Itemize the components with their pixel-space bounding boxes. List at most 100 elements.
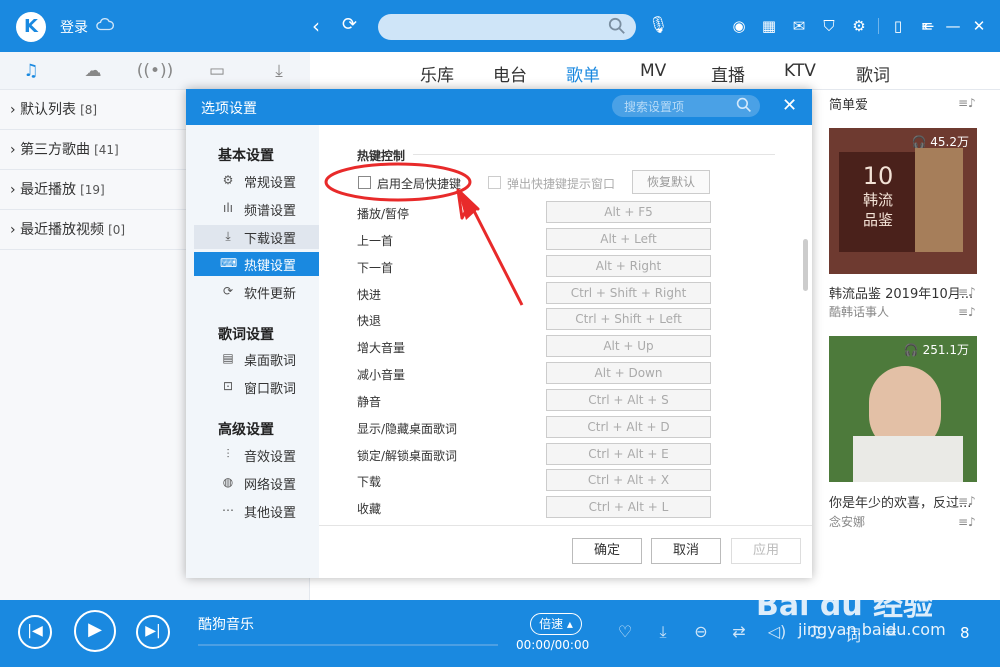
hotkey-field[interactable]: Ctrl + Alt + D [546, 416, 711, 438]
device-icon[interactable]: ▭ [186, 52, 248, 89]
refresh-icon[interactable]: ⟳ [342, 14, 357, 35]
minus-circle-icon[interactable]: ⊖ [682, 622, 720, 646]
microphone-icon[interactable]: 🎙 [648, 15, 668, 34]
hotkey-name: 静音 [357, 395, 382, 409]
hotkey-row: 下一首 Alt + Right [357, 255, 797, 279]
search-input[interactable] [378, 14, 636, 40]
hotkey-field[interactable]: Alt + Left [546, 228, 711, 250]
nav-item-network[interactable]: ◍ 网络设置 [194, 471, 319, 495]
playlist-name[interactable]: 你是年少的欢喜，反过... [829, 492, 971, 511]
general-settings-icon: ⚙ [222, 173, 234, 187]
hotkey-field[interactable]: Ctrl + Alt + L [546, 496, 711, 518]
hotkey-field[interactable]: Alt + Up [546, 335, 711, 357]
hotkey-field[interactable]: Ctrl + Alt + S [546, 389, 711, 411]
show-hotkey-tip-checkbox[interactable] [488, 176, 501, 189]
playlist-title[interactable]: 简单爱 [829, 94, 868, 113]
hotkey-field[interactable]: Alt + Right [546, 255, 711, 277]
mini-mode-icon[interactable]: ▦ [754, 13, 784, 39]
tab-library[interactable]: 乐库 [420, 61, 454, 86]
nav-item-download[interactable]: ⤓ 下载设置 [194, 225, 319, 249]
nav-item-hotkeys[interactable]: ⌨ 热键设置 [194, 252, 319, 276]
playlist-menu-icon[interactable]: ≡♪ [958, 96, 976, 110]
shirt-icon[interactable]: ⛉ [814, 13, 844, 39]
mail-icon[interactable]: ✉ [784, 13, 814, 39]
skin-icon[interactable]: ◉ [724, 13, 754, 39]
baidu-watermark: Bai du 经验 [756, 588, 934, 623]
previous-icon[interactable]: |◀ [18, 615, 52, 649]
menu-icon[interactable]: ≡ [914, 13, 940, 39]
tab-lyrics[interactable]: 歌词 [856, 61, 890, 86]
nav-item-window-lyrics[interactable]: ⊡ 窗口歌词 [194, 375, 319, 399]
hotkey-field[interactable]: Ctrl + Alt + E [546, 443, 711, 465]
hotkey-field[interactable]: Ctrl + Shift + Left [546, 308, 711, 330]
restore-default-button[interactable]: 恢复默认 [632, 170, 710, 194]
music-note-icon[interactable]: ♫ [0, 52, 62, 89]
playlist-author[interactable]: 念安娜 [829, 513, 865, 530]
playlist-menu-icon[interactable]: ≡♪ [958, 494, 976, 508]
nav-item-label: 常规设置 [244, 176, 297, 191]
playlist-menu-icon[interactable]: ≡♪ [958, 515, 976, 529]
tab-playlist[interactable]: 歌单 [566, 61, 600, 86]
show-hotkey-tip-label[interactable]: 弹出快捷键提示窗口 [507, 175, 615, 192]
cloud-tab-icon[interactable]: ☁ [62, 52, 124, 89]
nav-item-sound-effect[interactable]: ⫶ 音效设置 [194, 443, 319, 467]
speed-button[interactable]: 倍速 ▴ [530, 613, 582, 635]
back-arrow-icon[interactable]: ‹ [312, 14, 320, 38]
phone-icon[interactable]: ▯ [883, 13, 913, 39]
hotkey-field[interactable]: Alt + F5 [546, 201, 711, 223]
repeat-icon[interactable]: ⇄ [720, 622, 758, 646]
dialog-close-icon[interactable]: ✕ [782, 95, 797, 116]
album-cover[interactable]: 🎧 251.1万 [829, 336, 977, 482]
desktop-lyrics-icon: ▤ [222, 351, 234, 365]
playlist-menu-icon[interactable]: ≡♪ [958, 305, 976, 319]
kugou-logo[interactable]: K [16, 12, 46, 42]
search-icon[interactable] [608, 17, 626, 35]
cloud-icon[interactable] [96, 15, 114, 35]
playlist-author[interactable]: 酷韩话事人 [829, 303, 889, 320]
hotkey-field[interactable]: Ctrl + Alt + X [546, 469, 711, 491]
nav-item-other[interactable]: ⋯ 其他设置 [194, 499, 319, 523]
scrollbar[interactable] [803, 239, 808, 291]
search-icon[interactable] [736, 97, 752, 113]
play-icon[interactable]: ▶ [74, 610, 116, 652]
download-icon[interactable]: ⤓ [644, 622, 682, 646]
nav-item-desktop-lyrics[interactable]: ▤ 桌面歌词 [194, 347, 319, 371]
ok-button[interactable]: 确定 [572, 538, 642, 564]
cancel-button[interactable]: 取消 [651, 538, 721, 564]
tab-mv[interactable]: MV [640, 61, 666, 81]
window-controls: ≡ — ✕ [914, 13, 992, 39]
volume-icon[interactable]: ◁) [758, 622, 796, 646]
playlist-name[interactable]: 韩流品鉴 2019年10月... [829, 283, 973, 302]
download-icon: ⤓ [225, 229, 231, 243]
hotkey-row: 减小音量 Alt + Down [357, 362, 797, 386]
progress-bar[interactable] [198, 644, 498, 646]
nav-item-spectrum[interactable]: ılı 频谱设置 [194, 197, 319, 221]
gear-icon[interactable]: ⚙ [844, 13, 874, 39]
window-lyrics-icon: ⊡ [222, 379, 234, 393]
login-link[interactable]: 登录 [60, 17, 88, 37]
hotkey-name: 下载 [357, 475, 382, 489]
hotkey-field[interactable]: Ctrl + Shift + Right [546, 282, 711, 304]
nav-item-update[interactable]: ⟳ 软件更新 [194, 280, 319, 304]
playlist-menu-icon[interactable]: ≡♪ [958, 285, 976, 299]
nav-item-label: 音效设置 [244, 450, 297, 465]
nav-item-general[interactable]: ⚙ 常规设置 [194, 169, 319, 193]
download-icon[interactable]: ⤓ [248, 52, 310, 89]
hotkey-field[interactable]: Alt + Down [546, 362, 711, 384]
hotkey-row: 快进 Ctrl + Shift + Right [357, 282, 797, 306]
close-icon[interactable]: ✕ [966, 13, 992, 39]
radio-icon[interactable]: ((•)) [124, 52, 186, 89]
sidebar-item-label: 第三方歌曲 [20, 142, 91, 158]
tab-radio[interactable]: 电台 [493, 61, 527, 86]
settings-search-input[interactable]: 搜索设置项 [612, 95, 760, 117]
enable-global-hotkey-label[interactable]: 启用全局快捷键 [377, 175, 461, 192]
heart-icon[interactable]: ♡ [606, 622, 644, 646]
tab-live[interactable]: 直播 [711, 61, 745, 86]
tab-ktv[interactable]: KTV [784, 61, 816, 81]
enable-global-hotkey-checkbox[interactable] [358, 176, 371, 189]
next-icon[interactable]: ▶| [136, 615, 170, 649]
album-person-image [915, 148, 963, 252]
minimize-icon[interactable]: — [940, 13, 966, 39]
apply-button[interactable]: 应用 [731, 538, 801, 564]
album-cover[interactable]: 🎧 45.2万 10 韩流 品鉴 [829, 128, 977, 274]
